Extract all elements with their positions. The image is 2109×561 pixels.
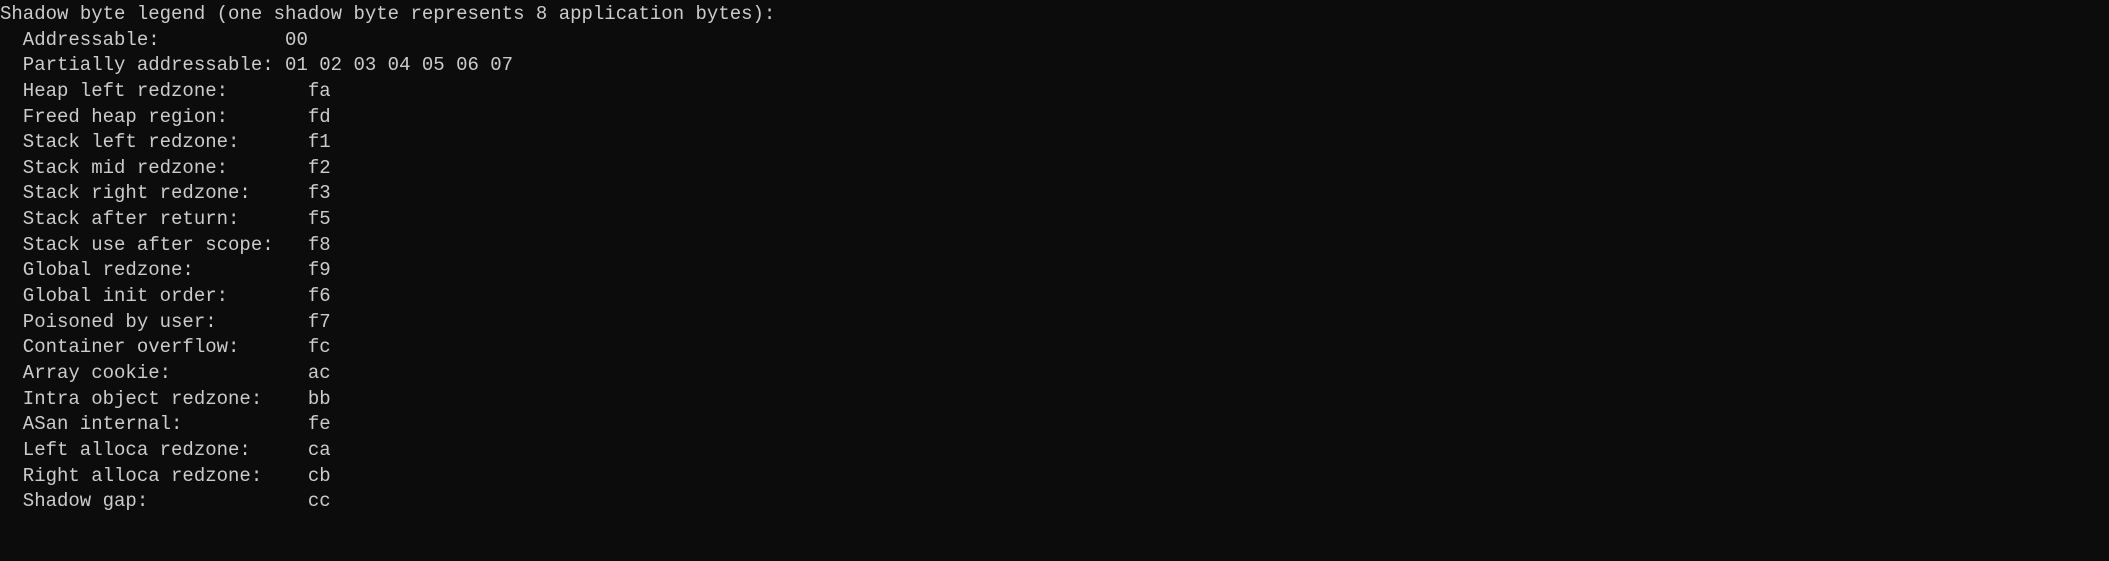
legend-label: Heap left redzone: xyxy=(23,79,308,105)
legend-label: Stack mid redzone: xyxy=(23,156,308,182)
legend-label: Global init order: xyxy=(23,284,308,310)
legend-value: f7 xyxy=(308,310,331,336)
legend-value: f5 xyxy=(308,207,331,233)
legend-value: fc xyxy=(308,335,331,361)
legend-value: f9 xyxy=(308,258,331,284)
legend-entry: Partially addressable: 01 02 03 04 05 06… xyxy=(0,53,2109,79)
legend-label: Addressable: xyxy=(23,28,285,54)
legend-entry: Array cookie: ac xyxy=(0,361,2109,387)
legend-label: Stack after return: xyxy=(23,207,308,233)
legend-entry: ASan internal: fe xyxy=(0,412,2109,438)
legend-value: fe xyxy=(308,412,331,438)
legend-label: Left alloca redzone: xyxy=(23,438,308,464)
legend-value: bb xyxy=(308,387,331,413)
legend-label: Stack use after scope: xyxy=(23,233,308,259)
legend-value: f2 xyxy=(308,156,331,182)
legend-entry: Global init order: f6 xyxy=(0,284,2109,310)
legend-entries: Addressable: 00Partially addressable: 01… xyxy=(0,28,2109,515)
legend-label: Poisoned by user: xyxy=(23,310,308,336)
legend-value: f6 xyxy=(308,284,331,310)
legend-entry: Stack right redzone: f3 xyxy=(0,181,2109,207)
legend-label: Freed heap region: xyxy=(23,105,308,131)
legend-entry: Shadow gap: cc xyxy=(0,489,2109,515)
legend-header: Shadow byte legend (one shadow byte repr… xyxy=(0,2,2109,28)
legend-value: fd xyxy=(308,105,331,131)
legend-value: fa xyxy=(308,79,331,105)
legend-value: 00 xyxy=(285,28,308,54)
legend-entry: Stack use after scope: f8 xyxy=(0,233,2109,259)
legend-entry: Poisoned by user: f7 xyxy=(0,310,2109,336)
legend-entry: Container overflow: fc xyxy=(0,335,2109,361)
legend-label: ASan internal: xyxy=(23,412,308,438)
legend-label: Intra object redzone: xyxy=(23,387,308,413)
legend-value: cb xyxy=(308,464,331,490)
legend-label: Partially addressable: xyxy=(23,53,285,79)
legend-label: Container overflow: xyxy=(23,335,308,361)
legend-value: ca xyxy=(308,438,331,464)
legend-value: f1 xyxy=(308,130,331,156)
asan-shadow-legend: Shadow byte legend (one shadow byte repr… xyxy=(0,2,2109,515)
legend-entry: Stack after return: f5 xyxy=(0,207,2109,233)
legend-value: 01 02 03 04 05 06 07 xyxy=(285,53,513,79)
legend-entry: Heap left redzone: fa xyxy=(0,79,2109,105)
legend-value: f3 xyxy=(308,181,331,207)
legend-value: ac xyxy=(308,361,331,387)
legend-label: Stack left redzone: xyxy=(23,130,308,156)
legend-value: cc xyxy=(308,489,331,515)
legend-entry: Global redzone: f9 xyxy=(0,258,2109,284)
legend-label: Global redzone: xyxy=(23,258,308,284)
legend-entry: Stack left redzone: f1 xyxy=(0,130,2109,156)
legend-label: Shadow gap: xyxy=(23,489,308,515)
legend-entry: Addressable: 00 xyxy=(0,28,2109,54)
legend-label: Stack right redzone: xyxy=(23,181,308,207)
legend-entry: Right alloca redzone: cb xyxy=(0,464,2109,490)
legend-entry: Intra object redzone: bb xyxy=(0,387,2109,413)
legend-entry: Left alloca redzone: ca xyxy=(0,438,2109,464)
legend-entry: Stack mid redzone: f2 xyxy=(0,156,2109,182)
legend-label: Array cookie: xyxy=(23,361,308,387)
legend-value: f8 xyxy=(308,233,331,259)
legend-entry: Freed heap region: fd xyxy=(0,105,2109,131)
legend-label: Right alloca redzone: xyxy=(23,464,308,490)
